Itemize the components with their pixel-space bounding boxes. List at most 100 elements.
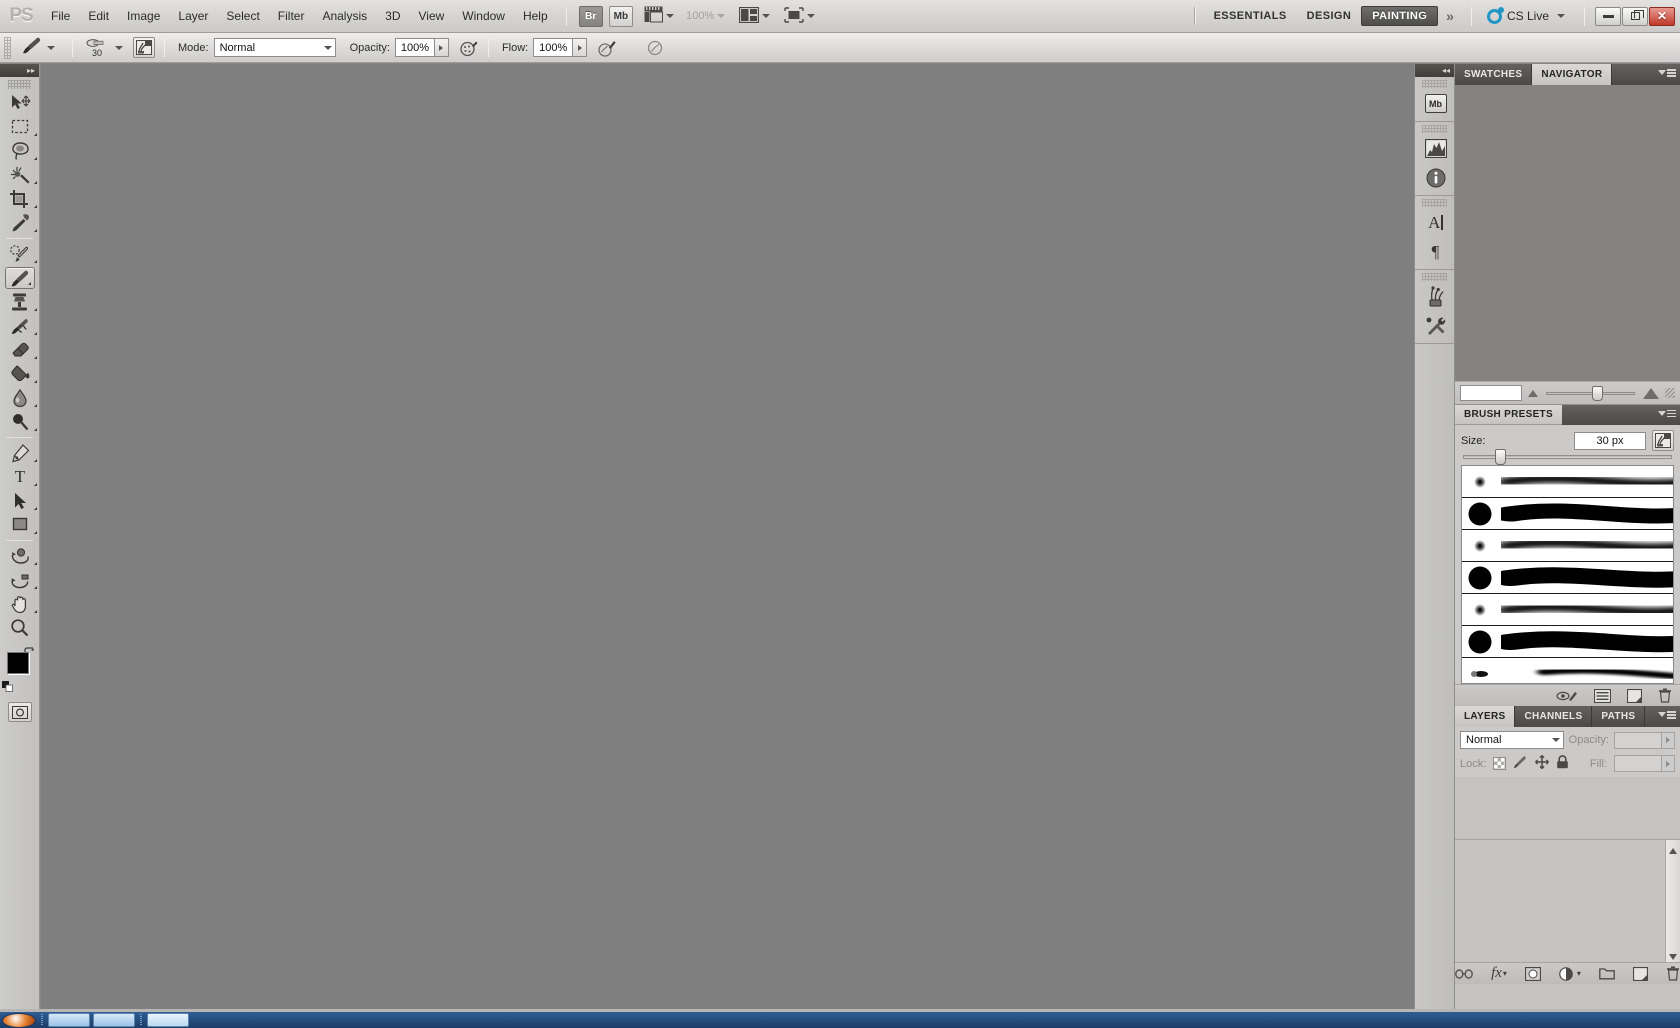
layer-fill-value[interactable]: [1614, 755, 1662, 772]
new-layer-button[interactable]: [1632, 966, 1648, 981]
tool-spot-healing[interactable]: [0, 242, 40, 266]
brush-preset-item[interactable]: [1462, 594, 1673, 626]
launch-mini-bridge-button[interactable]: Mb: [608, 5, 634, 27]
brush-presets-toggle-panel-button[interactable]: [1652, 430, 1674, 451]
tool-blur[interactable]: [0, 386, 40, 410]
menu-file[interactable]: File: [42, 5, 79, 27]
menu-analysis[interactable]: Analysis: [313, 5, 376, 27]
delete-brush-button[interactable]: [1658, 688, 1672, 703]
dock-grip-1[interactable]: [1422, 80, 1447, 88]
opacity-value[interactable]: 100%: [394, 38, 435, 57]
layers-list[interactable]: [1455, 839, 1680, 968]
tab-channels[interactable]: CHANNELS: [1515, 706, 1593, 727]
tab-paths[interactable]: PATHS: [1592, 706, 1646, 727]
tool-clone-stamp[interactable]: [0, 290, 40, 314]
brush-preset-item[interactable]: [1462, 658, 1673, 683]
brush-presets-menu-button[interactable]: [1658, 409, 1676, 417]
flow-control[interactable]: 100%: [533, 38, 588, 57]
menu-filter[interactable]: Filter: [269, 5, 314, 27]
layer-fill-control[interactable]: [1614, 755, 1675, 772]
view-extras-dropdown[interactable]: [644, 6, 678, 26]
tool-pen[interactable]: [0, 441, 40, 465]
brush-preset-picker[interactable]: 30: [82, 38, 112, 58]
scroll-down-arrow-icon[interactable]: [1669, 954, 1677, 960]
current-tool-dropdown[interactable]: [16, 35, 63, 60]
panel-collapse-icon[interactable]: ▸▸: [1666, 53, 1675, 64]
navigator-zoom-field[interactable]: [1460, 385, 1522, 401]
brush-preset-item[interactable]: [1462, 562, 1673, 594]
lock-position-icon[interactable]: [1535, 755, 1550, 772]
default-colors-icon[interactable]: [2, 681, 13, 692]
brush-list-view-button[interactable]: [1594, 688, 1611, 703]
restore-button[interactable]: [1622, 6, 1648, 26]
navigator-panel-menu-button[interactable]: [1658, 69, 1676, 77]
empty-workspace[interactable]: [41, 64, 1414, 1014]
tool-3d-object-rotate[interactable]: [0, 544, 40, 568]
tool-marquee[interactable]: [0, 115, 40, 139]
menu-image[interactable]: Image: [118, 5, 169, 27]
screen-mode-dropdown[interactable]: [784, 6, 819, 26]
toolbar-collapse-button[interactable]: ▸▸: [0, 64, 39, 77]
dock-brush-panel[interactable]: [1415, 282, 1456, 311]
foreground-color-swatch[interactable]: [7, 652, 29, 674]
navigator-zoom-knob[interactable]: [1592, 385, 1604, 401]
tool-rectangle[interactable]: [0, 513, 40, 537]
menu-layer[interactable]: Layer: [169, 5, 217, 27]
brush-size-field[interactable]: 30 px: [1574, 431, 1646, 450]
lock-transparent-pixels-icon[interactable]: [1493, 757, 1507, 770]
blend-mode-dropdown[interactable]: Normal: [213, 38, 336, 57]
small-mountain-icon[interactable]: [1528, 389, 1538, 397]
add-layer-mask-button[interactable]: [1524, 966, 1541, 981]
navigator-resize-grip[interactable]: [1665, 388, 1675, 398]
zoom-caret-icon[interactable]: [717, 14, 726, 18]
arrange-documents-dropdown[interactable]: [739, 6, 774, 26]
brush-preset-item[interactable]: [1462, 466, 1673, 498]
tab-swatches[interactable]: SWATCHES: [1455, 64, 1533, 85]
new-group-button[interactable]: [1599, 967, 1615, 980]
toggle-brush-panel-button[interactable]: [133, 37, 155, 58]
minimize-button[interactable]: [1595, 6, 1621, 26]
launch-bridge-button[interactable]: Br: [578, 5, 603, 27]
link-layers-button[interactable]: [1455, 968, 1473, 980]
brush-preset-item[interactable]: [1462, 530, 1673, 562]
airbrush-toggle-button[interactable]: [459, 38, 479, 58]
large-mountain-icon[interactable]: [1643, 387, 1659, 399]
layer-fill-slider-button[interactable]: [1662, 755, 1675, 772]
new-brush-preset-button[interactable]: [1627, 688, 1642, 703]
brush-preset-caret-icon[interactable]: [115, 45, 123, 50]
tool-hand[interactable]: [0, 592, 40, 616]
menu-help[interactable]: Help: [514, 5, 557, 27]
taskbar-item-3[interactable]: [147, 1013, 189, 1027]
flow-value[interactable]: 100%: [533, 38, 574, 57]
tool-3d-camera-rotate[interactable]: [0, 568, 40, 592]
opacity-slider-button[interactable]: [434, 38, 449, 57]
tool-gradient[interactable]: [0, 362, 40, 386]
workspace-painting[interactable]: PAINTING: [1361, 6, 1439, 26]
dock-character[interactable]: A: [1415, 208, 1456, 237]
start-button[interactable]: [2, 1012, 36, 1028]
brush-preset-item[interactable]: [1462, 626, 1673, 658]
tab-navigator[interactable]: NAVIGATOR: [1532, 64, 1613, 85]
cs-live-button[interactable]: CS Live: [1481, 6, 1575, 24]
lock-image-pixels-icon[interactable]: [1513, 755, 1528, 772]
workspace-essentials[interactable]: ESSENTIALS: [1204, 6, 1297, 26]
layer-blend-mode-dropdown[interactable]: Normal: [1460, 731, 1564, 749]
layer-opacity-control[interactable]: [1614, 731, 1675, 749]
tool-move[interactable]: [0, 91, 40, 115]
navigator-thumbnail-view[interactable]: [1455, 85, 1680, 382]
tool-lasso[interactable]: [0, 139, 40, 163]
dock-histogram[interactable]: [1415, 134, 1456, 163]
menu-3d[interactable]: 3D: [376, 5, 409, 27]
dock-tool-presets[interactable]: [1415, 311, 1456, 340]
dock-grip-3[interactable]: [1422, 199, 1447, 207]
layer-style-button[interactable]: fx ▾: [1491, 965, 1507, 982]
close-button[interactable]: ✕: [1649, 6, 1675, 26]
navigator-zoom-slider[interactable]: [1546, 385, 1635, 401]
tool-quick-selection[interactable]: [0, 163, 40, 187]
tool-eyedropper[interactable]: [0, 211, 40, 235]
menu-view[interactable]: View: [409, 5, 453, 27]
layer-opacity-slider-button[interactable]: [1662, 731, 1675, 749]
menu-window[interactable]: Window: [453, 5, 514, 27]
tool-path-selection[interactable]: [0, 489, 40, 513]
scroll-up-arrow-icon[interactable]: [1669, 848, 1677, 854]
